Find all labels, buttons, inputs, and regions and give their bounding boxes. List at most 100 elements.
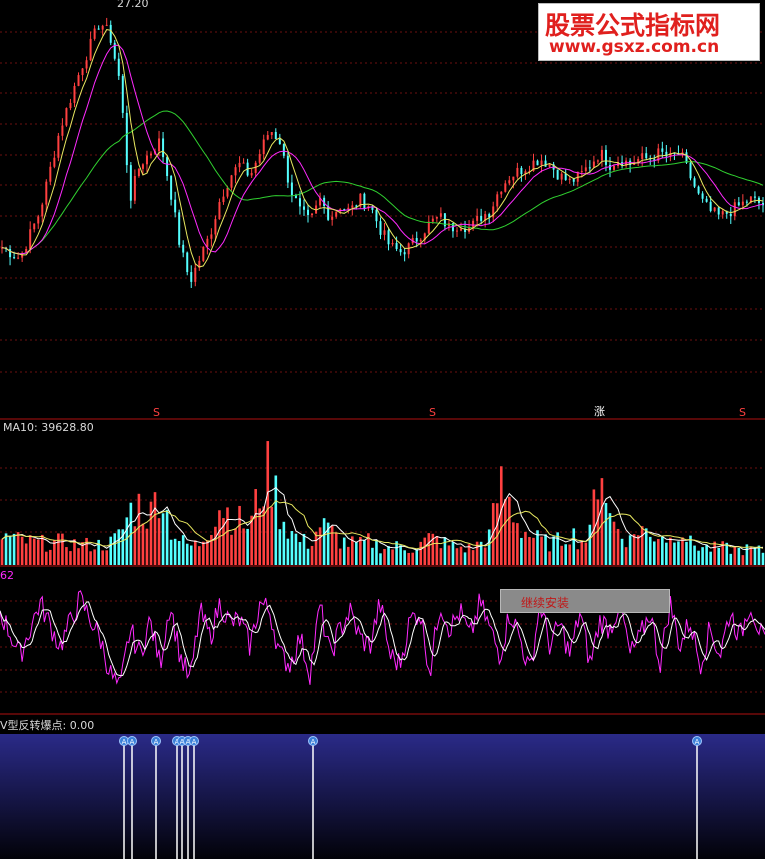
- candle-body: [17, 257, 20, 259]
- volume-bar: [181, 535, 185, 565]
- volume-bar: [512, 522, 515, 565]
- volume-bar: [238, 505, 241, 565]
- volume-bar: [246, 528, 249, 565]
- volume-bar: [40, 534, 44, 565]
- volume-bar: [528, 537, 531, 565]
- candle-body: [741, 201, 744, 206]
- candle-body: [93, 28, 96, 39]
- volume-bar: [451, 542, 455, 565]
- candle-body: [415, 238, 418, 242]
- candle-body: [701, 193, 704, 199]
- volume-bar: [499, 466, 503, 565]
- volume-bar: [206, 540, 209, 565]
- volume-bar: [741, 555, 745, 565]
- candle-body: [170, 176, 173, 200]
- candle-body: [472, 220, 475, 228]
- continue-install-button[interactable]: 继续安装: [500, 589, 670, 613]
- volume-bar: [757, 545, 761, 565]
- candle-body: [729, 213, 732, 217]
- volume-bar: [36, 539, 40, 565]
- volume-bar: [53, 539, 56, 565]
- v-indicator-label: V型反转爆点: 0.00: [0, 719, 95, 732]
- volume-bar: [302, 533, 306, 565]
- volume-bar: [427, 533, 431, 565]
- candle-body: [29, 229, 32, 249]
- volume-bar: [141, 523, 145, 565]
- candle-body: [61, 125, 64, 136]
- candle-body: [383, 230, 386, 235]
- candle-body: [580, 171, 583, 173]
- volume-bar: [314, 531, 318, 565]
- candle-body: [536, 160, 539, 166]
- candle-body: [250, 172, 253, 176]
- candle-body: [45, 181, 48, 205]
- candle-body: [427, 221, 430, 234]
- candle-body: [403, 252, 406, 255]
- continue-install-label: 继续安装: [521, 596, 570, 610]
- candle-body: [286, 155, 289, 183]
- candle-body: [282, 144, 285, 156]
- chart-canvas: AAAAAAAAA: [0, 17, 765, 859]
- volume-bar: [93, 549, 96, 565]
- volume-bar: [584, 542, 588, 565]
- candle-body: [222, 196, 225, 203]
- volume-bar: [45, 551, 48, 565]
- volume-bar: [379, 553, 382, 565]
- candle-body: [121, 75, 124, 113]
- volume-bar: [608, 513, 612, 565]
- peak-price-label: 27.20: [117, 0, 149, 10]
- volume-bar: [544, 534, 547, 565]
- candle-body: [512, 176, 515, 181]
- volume-bar: [399, 545, 402, 565]
- candle-body: [709, 201, 712, 211]
- v-signal-marker-text: A: [192, 738, 197, 746]
- candle-body: [85, 60, 88, 69]
- volume-bar: [697, 550, 700, 565]
- volume-bar: [113, 533, 117, 565]
- candle-body: [182, 244, 185, 253]
- candle-body: [431, 218, 434, 222]
- volume-bar: [657, 539, 660, 565]
- volume-bar: [415, 549, 419, 565]
- volume-bar: [669, 537, 672, 565]
- volume-bar: [210, 534, 213, 565]
- volume-bar: [149, 501, 153, 565]
- volume-bar: [294, 533, 298, 565]
- volume-bar: [346, 546, 350, 565]
- volume-bar: [749, 546, 753, 565]
- volume-bar: [266, 441, 270, 565]
- volume-bar: [270, 506, 274, 565]
- volume-bar: [729, 553, 733, 565]
- candle-body: [496, 194, 499, 207]
- volume-bar: [161, 513, 165, 565]
- candle-body: [166, 157, 169, 177]
- volume-bar: [685, 541, 688, 565]
- candle-body: [508, 180, 511, 184]
- volume-bar: [173, 538, 177, 565]
- candle-body: [230, 175, 233, 188]
- volume-bar: [447, 545, 451, 565]
- volume-bar: [411, 552, 414, 565]
- volume-bar: [753, 546, 757, 565]
- volume-bar: [737, 547, 741, 565]
- v-signal-marker-text: A: [130, 738, 135, 746]
- candle-body: [347, 207, 350, 210]
- candle-body: [455, 230, 458, 232]
- volume-bar: [487, 529, 491, 565]
- candle-body: [504, 183, 507, 192]
- candle-body: [387, 230, 390, 245]
- volume-bar: [125, 517, 129, 565]
- candle-body: [218, 202, 221, 220]
- candle-body: [129, 165, 132, 201]
- volume-bar: [359, 536, 362, 565]
- candle-body: [713, 207, 716, 211]
- volume-bar: [290, 531, 294, 565]
- v-signal-marker-text: A: [695, 738, 700, 746]
- volume-bar: [564, 544, 567, 565]
- volume-bar: [177, 541, 181, 565]
- volume-bar: [165, 509, 169, 565]
- volume-bar: [157, 518, 161, 565]
- candle-body: [568, 178, 571, 180]
- volume-bar: [371, 547, 374, 565]
- candle-body: [697, 186, 700, 194]
